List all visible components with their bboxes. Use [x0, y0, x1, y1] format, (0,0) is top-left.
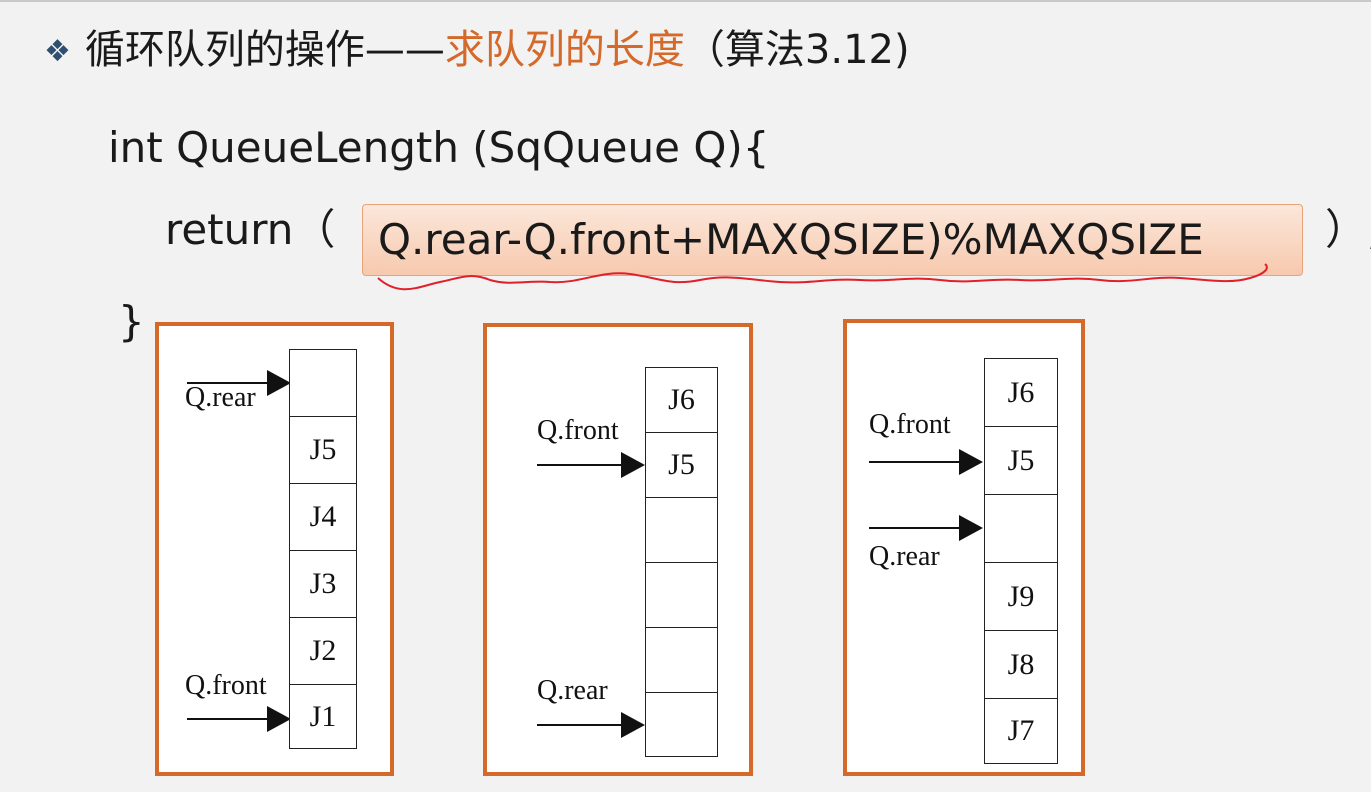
queue-cell: J6	[984, 358, 1058, 427]
red-handwritten-underline	[377, 263, 1268, 291]
queue-cell: J5	[984, 426, 1058, 495]
queue-cell	[645, 692, 718, 757]
rear-pointer-label: Q.rear	[537, 675, 608, 706]
diamond-bullet-icon: ❖	[44, 34, 71, 69]
queue-cell: J9	[984, 562, 1058, 631]
queue-diagram-3: Q.front Q.rear J6 J5 J9 J8 J7	[843, 319, 1085, 776]
queue-cell	[645, 562, 718, 628]
queue-cell	[645, 627, 718, 693]
front-pointer-label: Q.front	[537, 415, 619, 446]
queue-cell: J2	[289, 617, 357, 685]
front-pointer-label: Q.front	[185, 670, 267, 701]
queue-cell	[289, 349, 357, 417]
title-suffix: （算法3.12)	[684, 27, 910, 73]
code-closing-brace: }	[118, 297, 145, 346]
queue-cell: J3	[289, 550, 357, 618]
queue-cell: J6	[645, 367, 718, 433]
queue-cell	[645, 497, 718, 563]
queue-diagram-2: Q.front Q.rear J6 J5	[483, 323, 753, 776]
title-highlight: 求队列的长度	[444, 27, 685, 73]
queue-cell: J4	[289, 483, 357, 551]
queue-cell: J5	[289, 416, 357, 484]
queue-cell: J1	[289, 684, 357, 749]
code-return-closing: ）;	[1325, 205, 1371, 254]
slide-title: ❖ 循环队列的操作——求队列的长度（算法3.12)	[44, 20, 910, 80]
code-return-keyword: return（	[165, 205, 336, 254]
rear-pointer-label: Q.rear	[869, 541, 940, 572]
title-prefix: 循环队列的操作——	[84, 27, 445, 73]
top-divider	[0, 0, 1371, 2]
queue-cell: J7	[984, 698, 1058, 764]
queue-diagram-1: Q.rear Q.front J5 J4 J3 J2 J1	[155, 322, 394, 776]
code-function-signature: int QueueLength (SqQueue Q){	[108, 123, 770, 172]
front-pointer-label: Q.front	[869, 409, 951, 440]
queue-cell: J5	[645, 432, 718, 498]
queue-cell: J8	[984, 630, 1058, 699]
rear-pointer-label: Q.rear	[185, 382, 256, 413]
queue-cell	[984, 494, 1058, 563]
